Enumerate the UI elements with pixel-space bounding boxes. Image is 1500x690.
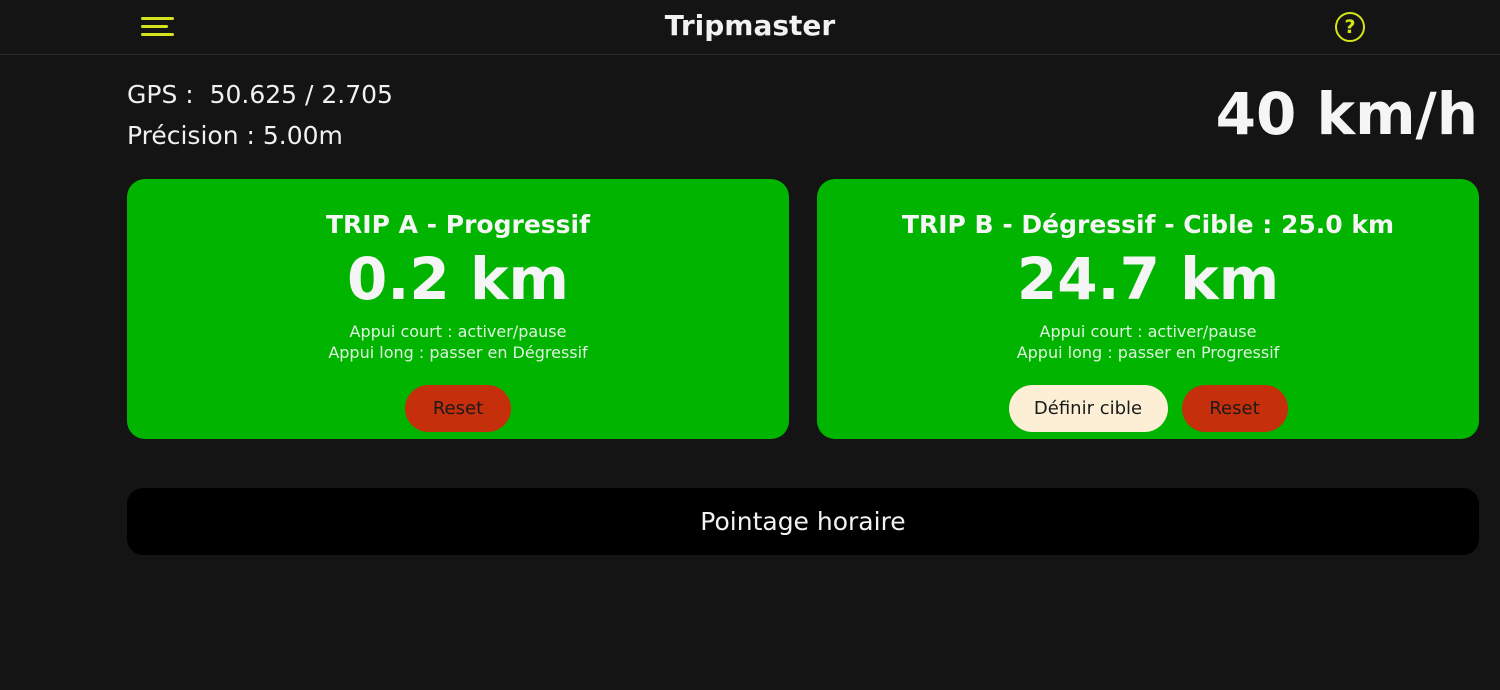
trip-b-title: TRIP B - Dégressif - Cible : 25.0 km [901, 210, 1395, 239]
top-bar: Tripmaster ? [0, 0, 1500, 55]
trip-b-hint-long-press: Appui long : passer en Progressif [1016, 343, 1280, 362]
app-title: Tripmaster [664, 9, 836, 42]
trip-b-distance: 24.7 km [1016, 245, 1280, 313]
help-icon[interactable]: ? [1335, 12, 1365, 42]
pointage-horaire-button[interactable]: Pointage horaire [127, 488, 1479, 555]
trip-a-title: TRIP A - Progressif [326, 210, 590, 239]
trip-a-hint-long-press: Appui long : passer en Dégressif [328, 343, 588, 362]
trip-a-button-row: Reset [127, 385, 789, 432]
hamburger-menu-icon[interactable] [141, 13, 175, 41]
speed-readout: 40 km/h [1215, 80, 1478, 148]
trip-a-hint-short-press: Appui court : activer/pause [349, 322, 567, 341]
gps-coordinates: GPS : 50.625 / 2.705 [127, 80, 393, 109]
trip-b-button-row: Définir cible Reset [817, 385, 1479, 432]
trip-a-reset-button[interactable]: Reset [405, 385, 511, 432]
trip-b-hint-short-press: Appui court : activer/pause [1039, 322, 1257, 341]
trip-a-card[interactable]: TRIP A - Progressif 0.2 km Appui court :… [127, 179, 789, 439]
gps-precision: Précision : 5.00m [127, 121, 343, 150]
trip-a-distance: 0.2 km [347, 245, 569, 313]
set-target-button[interactable]: Définir cible [1008, 385, 1168, 432]
trip-b-card[interactable]: TRIP B - Dégressif - Cible : 25.0 km 24.… [817, 179, 1479, 439]
trip-b-reset-button[interactable]: Reset [1181, 385, 1288, 432]
